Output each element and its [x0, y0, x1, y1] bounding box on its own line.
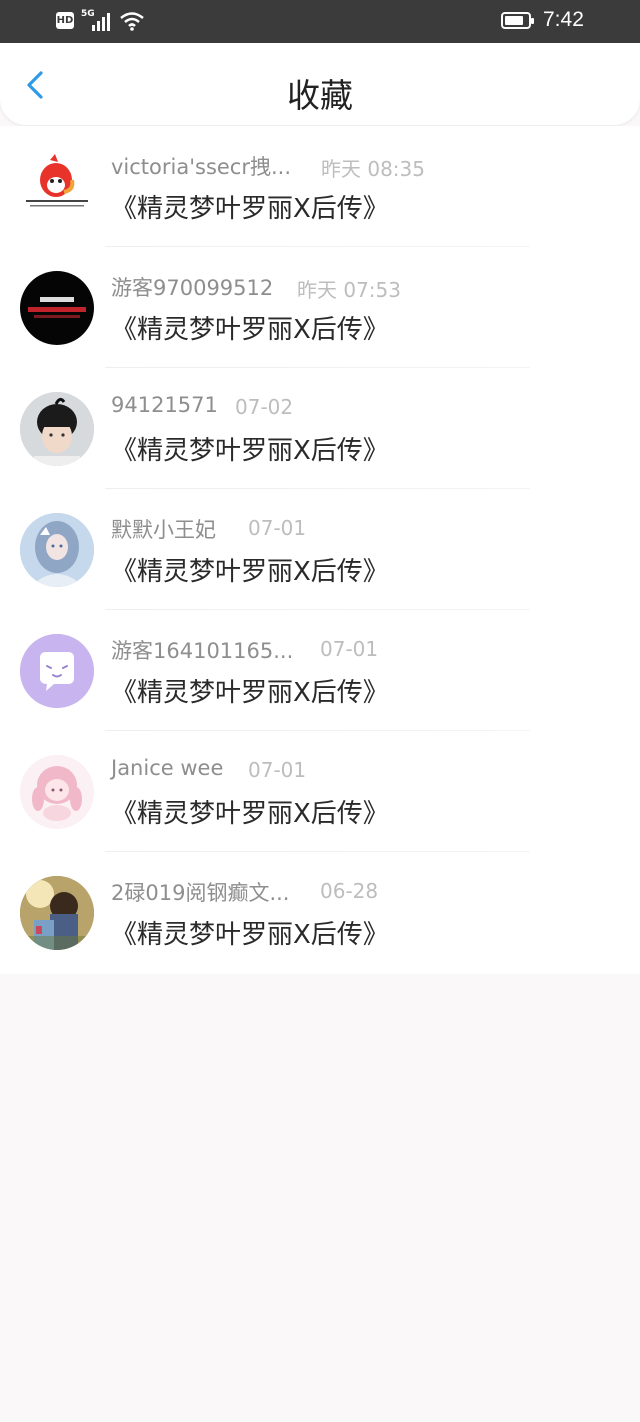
timestamp: 昨天 07:53: [297, 278, 401, 302]
timestamp: 07-01: [248, 516, 307, 540]
avatar: [20, 634, 94, 708]
avatar: [20, 876, 94, 950]
book-title: 《精灵梦叶罗丽X后传》: [111, 315, 389, 345]
username: 2碌019阅钢癫文...: [111, 881, 290, 905]
username: 默默小王妃: [111, 518, 216, 542]
status-bar: HD 5G 7:42: [0, 0, 640, 43]
favorite-item[interactable]: 默默小王妃 07-01 《精灵梦叶罗丽X后传》: [0, 489, 640, 610]
timestamp: 07-02: [235, 395, 294, 419]
avatar: [20, 150, 94, 224]
avatar: [20, 271, 94, 345]
username: Janice wee: [111, 756, 224, 780]
boy-photo-avatar-icon: [20, 392, 94, 466]
timestamp: 昨天 08:35: [321, 157, 425, 181]
page-title: 收藏: [287, 76, 353, 115]
fox-avatar-icon: [26, 154, 88, 207]
favorite-item[interactable]: 94121571 07-02 《精灵梦叶罗丽X后传》: [0, 368, 640, 489]
book-title: 《精灵梦叶罗丽X后传》: [111, 799, 389, 829]
text-badge-avatar-icon: [28, 297, 86, 318]
timestamp: 07-01: [320, 637, 379, 661]
hd-icon: HD: [56, 12, 74, 29]
chat-bubble-avatar-icon: [20, 634, 94, 708]
battery-fill: [505, 16, 523, 25]
book-title: 《精灵梦叶罗丽X后传》: [111, 678, 389, 708]
anime-girl-avatar-icon: [20, 513, 94, 587]
avatar: [20, 392, 94, 466]
clock: 7:42: [543, 8, 584, 31]
timestamp: 06-28: [320, 879, 379, 903]
favorite-item[interactable]: Janice wee 07-01 《精灵梦叶罗丽X后传》: [0, 731, 640, 852]
battery-icon: [501, 12, 534, 29]
signal-icon: [92, 11, 114, 31]
avatar: [20, 513, 94, 587]
avatar: [20, 755, 94, 829]
favorites-list: victoria'ssecr拽... 昨天 08:35 《精灵梦叶罗丽X后传》 …: [0, 126, 640, 974]
app-header: 收藏: [0, 43, 640, 125]
book-title: 《精灵梦叶罗丽X后传》: [111, 920, 389, 950]
favorite-item[interactable]: 2碌019阅钢癫文... 06-28 《精灵梦叶罗丽X后传》: [0, 852, 640, 973]
favorite-item[interactable]: 游客164101165... 07-01 《精灵梦叶罗丽X后传》: [0, 610, 640, 731]
pink-anime-avatar-icon: [20, 755, 94, 829]
couple-photo-avatar-icon: [20, 876, 94, 950]
username: 94121571: [111, 393, 218, 417]
book-title: 《精灵梦叶罗丽X后传》: [111, 194, 389, 224]
favorite-item[interactable]: victoria'ssecr拽... 昨天 08:35 《精灵梦叶罗丽X后传》: [0, 126, 640, 247]
favorite-item[interactable]: 游客970099512 昨天 07:53 《精灵梦叶罗丽X后传》: [0, 247, 640, 368]
username: 游客970099512: [111, 276, 274, 300]
wifi-icon: [120, 12, 144, 31]
username: victoria'ssecr拽...: [111, 155, 292, 179]
book-title: 《精灵梦叶罗丽X后传》: [111, 436, 389, 466]
timestamp: 07-01: [248, 758, 307, 782]
book-title: 《精灵梦叶罗丽X后传》: [111, 557, 389, 587]
username: 游客164101165...: [111, 639, 294, 663]
